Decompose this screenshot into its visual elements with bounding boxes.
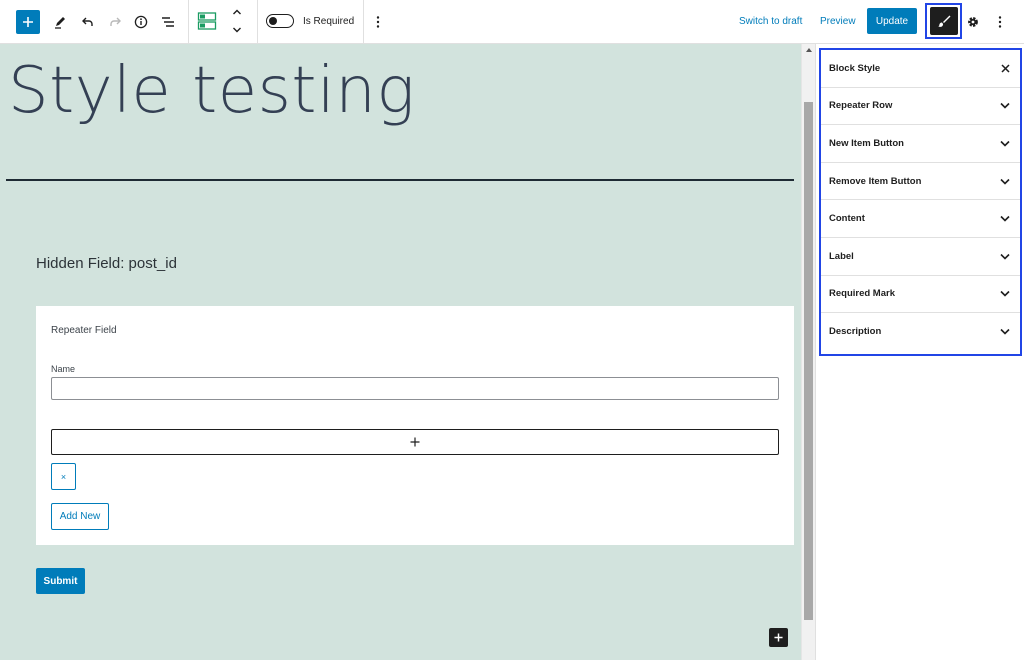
more-vertical-icon [998,16,1002,28]
info-icon [134,15,148,29]
preview-button[interactable]: Preview [820,16,856,27]
panel-section-repeater-row[interactable]: Repeater Row [821,88,1020,126]
chevron-down-icon [1000,329,1010,336]
add-new-button[interactable]: Add New [51,503,109,530]
separator-block [6,179,794,181]
tools-button[interactable] [50,12,70,32]
panel-section-label[interactable]: Label [821,238,1020,276]
hidden-field-block[interactable]: Hidden Field: post_id [36,255,177,272]
section-label: Content [829,213,865,225]
post-title[interactable]: Style testing [8,54,415,128]
list-view-icon [162,17,174,27]
panel-section-content[interactable]: Content [821,200,1020,238]
editor-toolbar: Is Required Switch to draft Preview Upda… [0,0,1024,44]
plus-icon [23,17,33,27]
redo-button[interactable] [105,12,125,32]
block-options-button[interactable] [370,12,386,32]
close-icon[interactable] [1001,64,1010,73]
toolbar-separator [188,0,189,44]
settings-sidebar: Block Style Repeater Row New Item Button… [815,44,1024,660]
toolbar-separator [257,0,258,44]
is-required-label: Is Required [303,16,355,27]
options-button[interactable] [992,12,1008,32]
scroll-up-arrow[interactable] [806,48,812,52]
name-field-label: Name [51,364,76,374]
name-input[interactable] [51,377,779,400]
chevron-down-icon [1000,253,1010,260]
block-inserter-button[interactable] [16,10,40,34]
panel-section-new-item-button[interactable]: New Item Button [821,125,1020,163]
section-label: Repeater Row [829,100,893,112]
chevron-down-icon [1000,216,1010,222]
undo-button[interactable] [78,12,98,32]
panel-section-description[interactable]: Description [821,313,1020,351]
chevron-down-icon [1000,103,1010,110]
undo-icon [82,17,93,26]
panel-title: Block Style [829,62,881,74]
scrollbar-thumb[interactable] [804,102,813,620]
add-block-button[interactable] [769,628,788,647]
move-up-button[interactable] [230,6,244,18]
more-vertical-icon [376,16,380,28]
redo-icon [110,17,121,26]
plus-icon [774,633,783,642]
block-style-button-inner [929,7,958,35]
paintbrush-icon [937,15,950,27]
list-view-button[interactable] [158,12,178,32]
chevron-down-icon [1000,291,1010,297]
move-down-button[interactable] [230,24,244,36]
add-block-appender[interactable] [51,429,779,455]
section-label: Label [829,250,854,262]
panel-section-required-mark[interactable]: Required Mark [821,276,1020,314]
repeater-field-title: Repeater Field [51,325,117,336]
editor-scrollbar[interactable] [801,44,815,660]
chevron-down-icon [233,27,241,33]
section-label: Description [829,326,882,338]
switch-to-draft-button[interactable]: Switch to draft [739,16,802,27]
submit-button[interactable]: Submit [36,568,85,594]
toolbar-separator [363,0,364,44]
remove-item-button[interactable]: × [51,463,76,490]
details-button[interactable] [131,12,151,32]
panel-section-remove-item-button[interactable]: Remove Item Button [821,163,1020,201]
toggle-knob [269,16,277,25]
repeater-field-block[interactable]: Repeater Field Name × Add New [36,306,794,545]
pencil-icon [55,17,65,29]
section-label: Remove Item Button [829,175,922,187]
panel-header-block-style: Block Style [821,50,1020,88]
chevron-up-icon [233,9,241,15]
plus-icon [410,437,420,447]
editor-canvas: Style testing Hidden Field: post_id Repe… [0,44,801,660]
chevron-down-icon [1000,178,1010,185]
gear-icon [968,17,978,27]
block-type-button[interactable] [196,10,218,32]
section-label: New Item Button [829,137,904,149]
update-button[interactable]: Update [867,8,917,34]
settings-button[interactable] [964,12,982,32]
block-style-panel: Block Style Repeater Row New Item Button… [819,48,1022,356]
section-label: Required Mark [829,288,895,300]
chevron-down-icon [1000,140,1010,147]
form-block-icon [197,12,217,30]
is-required-toggle[interactable] [266,14,294,28]
block-style-panel-button[interactable] [925,3,962,39]
